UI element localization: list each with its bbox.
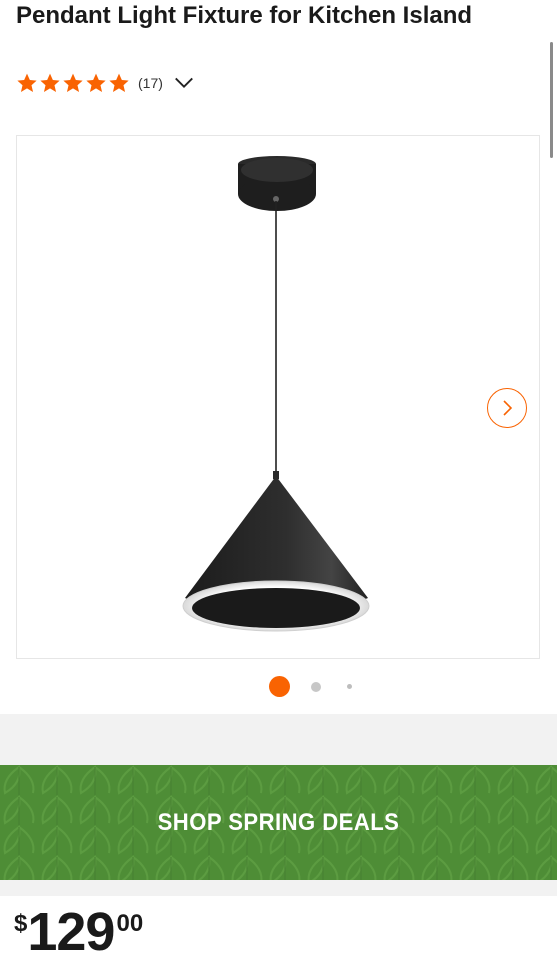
star-icon bbox=[109, 73, 129, 92]
product-price: $ 129 00 bbox=[14, 904, 143, 960]
rating-summary[interactable]: (17) bbox=[16, 71, 195, 95]
chevron-right-icon bbox=[503, 400, 513, 416]
price-cents: 00 bbox=[116, 910, 144, 937]
section-divider bbox=[0, 880, 557, 896]
price-dollars: 129 bbox=[27, 902, 115, 962]
star-icon bbox=[17, 73, 37, 92]
star-rating bbox=[16, 72, 130, 94]
price-currency: $ bbox=[14, 910, 28, 937]
star-icon bbox=[40, 73, 60, 92]
next-image-button[interactable] bbox=[487, 388, 527, 428]
product-image-gallery[interactable] bbox=[16, 135, 540, 659]
promo-banner-label[interactable]: SHOP SPRING DEALS bbox=[22, 765, 534, 880]
pagination-dot[interactable] bbox=[311, 682, 321, 692]
pagination-dot[interactable] bbox=[347, 684, 352, 689]
review-count[interactable]: (17) bbox=[138, 75, 163, 91]
gallery-pagination bbox=[0, 676, 557, 697]
product-image bbox=[182, 156, 370, 632]
star-icon bbox=[63, 73, 83, 92]
chevron-down-icon[interactable] bbox=[173, 72, 195, 94]
star-icon bbox=[86, 73, 106, 92]
page-scrollbar[interactable] bbox=[550, 42, 553, 158]
pagination-dot-active[interactable] bbox=[269, 676, 290, 697]
section-divider bbox=[0, 714, 557, 765]
product-title: Pendant Light Fixture for Kitchen Island bbox=[16, 2, 473, 29]
promo-banner[interactable]: SHOP SPRING DEALS bbox=[0, 765, 557, 880]
